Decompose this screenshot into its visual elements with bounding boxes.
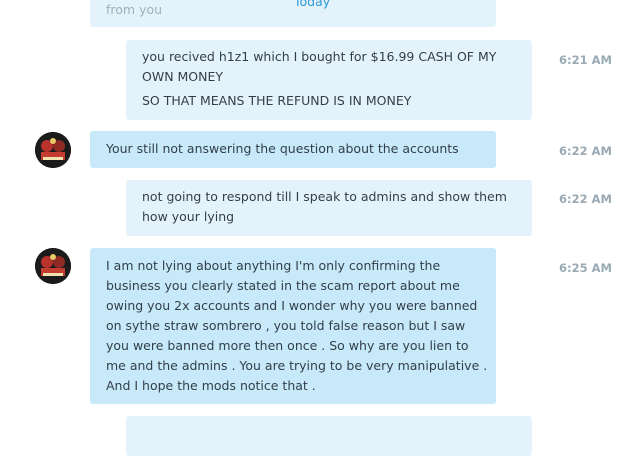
message-text: I am not lying about anything I'm only c… bbox=[106, 258, 441, 273]
message-text: you were banned more then once . So why … bbox=[106, 338, 469, 353]
message-bubble-incoming: Your still not answering the question ab… bbox=[90, 131, 496, 168]
message-timestamp: 6:22 AM bbox=[559, 192, 612, 206]
message-text: Your still not answering the question ab… bbox=[106, 141, 459, 156]
message-text: business you clearly stated in the scam … bbox=[106, 278, 460, 293]
message-timestamp: 6:22 AM bbox=[559, 144, 612, 158]
message-timestamp: 6:25 AM bbox=[559, 261, 612, 275]
contact-avatar[interactable] bbox=[35, 248, 71, 284]
message-bubble-outgoing: you recived h1z1 which I bought for $16.… bbox=[126, 40, 532, 120]
message-text: And I hope the mods notice that . bbox=[106, 378, 316, 393]
message-text: me and the admins . You are trying to be… bbox=[106, 358, 488, 373]
message-bubble-incoming: I am not lying about anything I'm only c… bbox=[90, 248, 496, 404]
message-text: you recived h1z1 which I bought for $16.… bbox=[142, 49, 497, 64]
message-text: on sythe straw sombrero , you told false… bbox=[106, 318, 466, 333]
message-bubble-outgoing bbox=[126, 416, 532, 456]
avatar-image bbox=[35, 132, 71, 168]
contact-avatar[interactable] bbox=[35, 132, 71, 168]
message-text: owing you 2x accounts and I wonder why y… bbox=[106, 298, 478, 313]
message-text: not going to respond till I speak to adm… bbox=[142, 189, 507, 204]
message-text: SO THAT MEANS THE REFUND IS IN MONEY bbox=[142, 93, 412, 108]
message-text: from you bbox=[106, 2, 163, 17]
message-text: OWN MONEY bbox=[142, 69, 224, 84]
message-text: how your lying bbox=[142, 209, 235, 224]
message-bubble-outgoing: from you bbox=[90, 0, 496, 27]
message-bubble-outgoing: not going to respond till I speak to adm… bbox=[126, 180, 532, 236]
day-separator-link[interactable]: Today bbox=[294, 0, 330, 10]
message-timestamp: 6:21 AM bbox=[559, 53, 612, 67]
avatar-image bbox=[35, 248, 71, 284]
